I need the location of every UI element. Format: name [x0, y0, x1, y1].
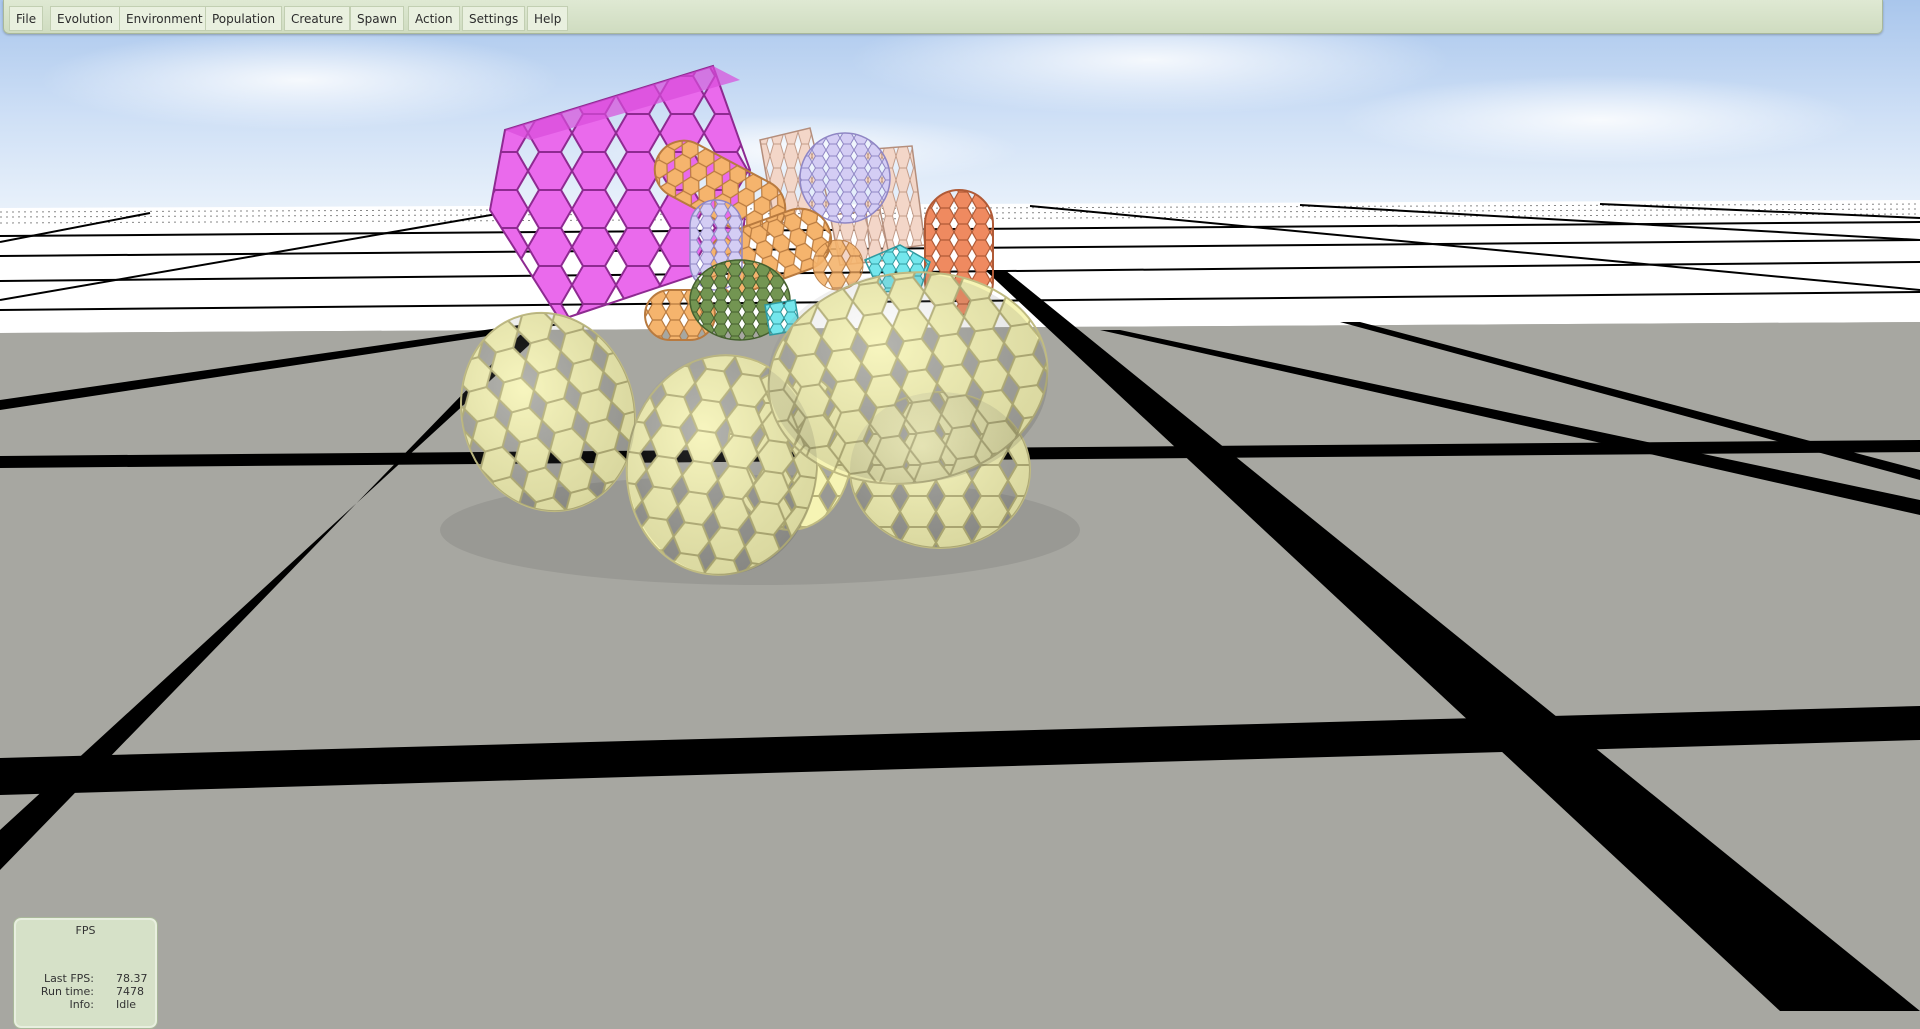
creature-lavender-ball — [799, 132, 891, 224]
fps-panel: FPS Last FPS: 78.37 Run time: 7478 Info:… — [13, 917, 158, 1029]
fps-row-last-fps: Last FPS: 78.37 — [14, 972, 157, 985]
simulation-scene — [0, 0, 1920, 1011]
menu-action[interactable]: Action — [408, 6, 460, 31]
menu-spawn[interactable]: Spawn — [350, 6, 405, 31]
run-time-label: Run time: — [40, 985, 94, 998]
menu-file[interactable]: File — [9, 6, 44, 31]
info-value: Idle — [116, 998, 137, 1011]
last-fps-value: 78.37 — [116, 972, 148, 985]
fps-row-info: Info: Idle — [14, 998, 157, 1011]
fps-panel-title: FPS — [75, 924, 96, 937]
menu-creature[interactable]: Creature — [284, 6, 351, 31]
menu-help[interactable]: Help — [527, 6, 569, 31]
menu-evolution[interactable]: Evolution — [50, 6, 120, 31]
info-label: Info: — [69, 998, 94, 1011]
menu-environment[interactable]: Environment — [119, 6, 210, 31]
run-time-value: 7478 — [116, 985, 144, 998]
3d-viewport[interactable] — [0, 0, 1920, 1011]
fps-row-run-time: Run time: 7478 — [14, 985, 157, 998]
menu-settings[interactable]: Settings — [462, 6, 526, 31]
last-fps-label: Last FPS: — [43, 972, 94, 985]
menu-bar: File Evolution Environment Population Cr… — [3, 0, 1883, 34]
menu-population[interactable]: Population — [205, 6, 283, 31]
